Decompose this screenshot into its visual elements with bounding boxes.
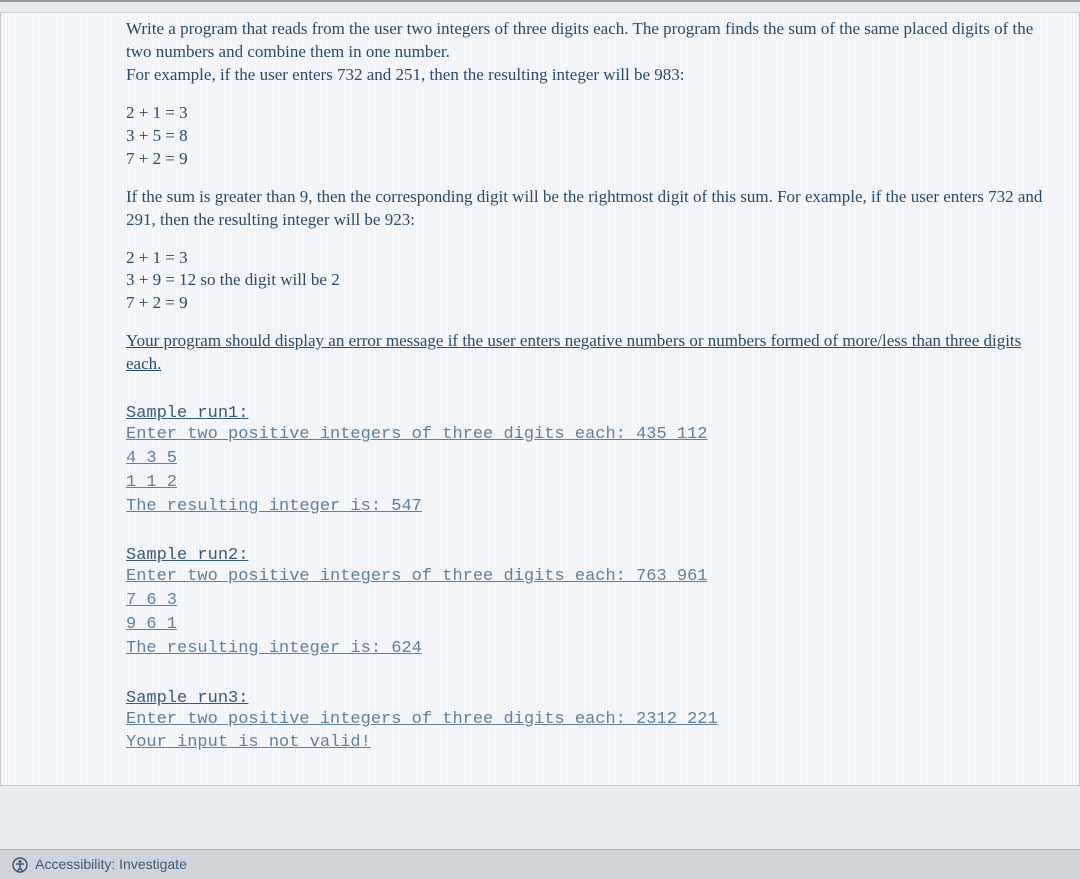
equations-block-1: 2 + 1 = 3 3 + 5 = 8 7 + 2 = 9 (126, 102, 1054, 171)
sample-run-3: Sample run3: Enter two positive integers… (126, 689, 1054, 756)
equations-block-2: 2 + 1 = 3 3 + 9 = 12 so the digit will b… (126, 247, 1054, 316)
equation-line: 7 + 2 = 9 (126, 292, 1054, 315)
sample-run-3-title: Sample run3: (126, 689, 1054, 708)
sample-run-1-title: Sample run1: (126, 404, 1054, 423)
accessibility-label[interactable]: Accessibility: Investigate (35, 856, 187, 872)
sample-run-2: Sample run2: Enter two positive integers… (126, 546, 1054, 660)
equation-line: 2 + 1 = 3 (126, 102, 1054, 125)
equation-line: 3 + 9 = 12 so the digit will be 2 (126, 269, 1054, 292)
page-container: Write a program that reads from the user… (0, 0, 1080, 879)
equation-line: 2 + 1 = 3 (126, 247, 1054, 270)
sample-run-2-body: Enter two positive integers of three dig… (126, 565, 1054, 660)
accessibility-icon (12, 857, 28, 873)
document-content: Write a program that reads from the user… (0, 12, 1080, 786)
sample-run-3-body: Enter two positive integers of three dig… (126, 708, 1054, 756)
problem-intro: Write a program that reads from the user… (126, 18, 1054, 87)
equation-line: 3 + 5 = 8 (126, 125, 1054, 148)
error-message-requirement: Your program should display an error mes… (126, 330, 1054, 376)
sample-run-1: Sample run1: Enter two positive integers… (126, 404, 1054, 518)
equation-line: 7 + 2 = 9 (126, 148, 1054, 171)
status-bar: Accessibility: Investigate (0, 849, 1080, 879)
sample-run-2-title: Sample run2: (126, 546, 1054, 565)
sample-run-1-body: Enter two positive integers of three dig… (126, 423, 1054, 518)
example2-intro: If the sum is greater than 9, then the c… (126, 186, 1054, 232)
